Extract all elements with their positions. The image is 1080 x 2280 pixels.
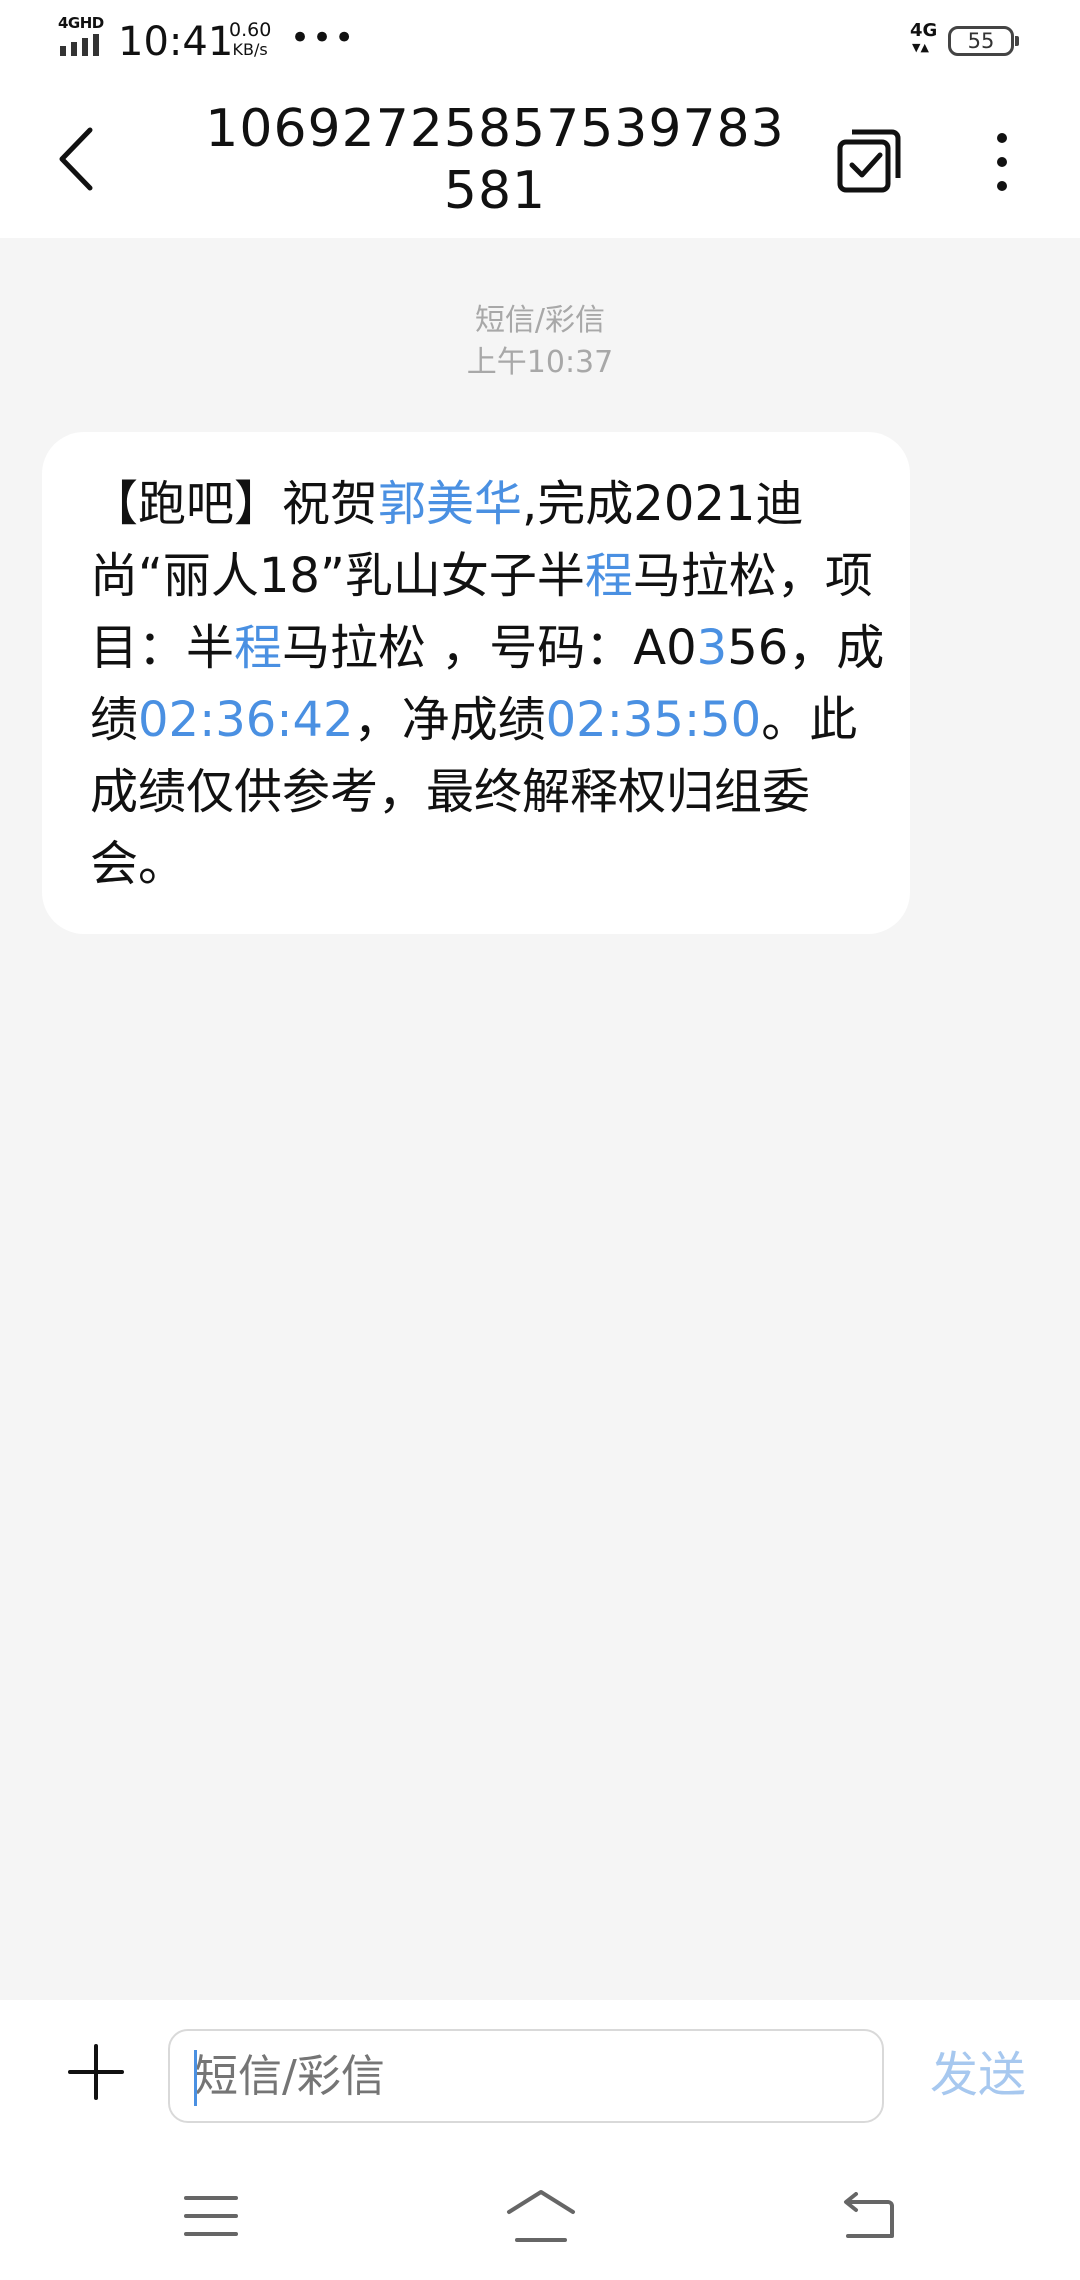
clock: 10:41 xyxy=(118,19,234,65)
network-speed-unit: KB/s xyxy=(232,40,268,59)
message-input[interactable] xyxy=(168,2029,884,2123)
message-text-segment: ，净成绩 xyxy=(353,692,546,748)
more-options-icon[interactable] xyxy=(982,130,1022,194)
message-text-segment: 马拉松 ，号码：A0 xyxy=(282,620,697,676)
message-link-segment[interactable]: 02:35:50 xyxy=(546,692,762,748)
data-activity-icon: ▼▲ xyxy=(912,41,929,54)
message-text: 【跑吧】祝贺郭美华,完成2021迪尚“丽人18”乳山女子半程马拉松，项目：半程马… xyxy=(90,468,890,900)
message-link-segment[interactable]: 程 xyxy=(234,620,282,676)
back-icon[interactable] xyxy=(840,2192,896,2240)
message-link-segment[interactable]: 郭美华 xyxy=(378,476,522,532)
back-button[interactable] xyxy=(50,122,110,196)
add-attachment-button[interactable] xyxy=(68,2044,124,2100)
message-type-label: 短信/彩信 xyxy=(474,303,606,338)
message-link-segment[interactable]: 3 xyxy=(697,620,728,676)
more-notifications-icon: ••• xyxy=(290,18,357,58)
network-speed-value: 0.60 xyxy=(229,19,272,41)
message-time: 上午10:37 xyxy=(466,345,614,380)
send-button[interactable]: 发送 xyxy=(930,2044,1026,2106)
text-caret xyxy=(194,2050,197,2106)
menu-icon[interactable] xyxy=(184,2194,238,2238)
composer-bar: 发送 xyxy=(0,2000,1080,2160)
message-timestamp: 短信/彩信 上午10:37 xyxy=(0,300,1080,384)
message-link-segment[interactable]: 02:36:42 xyxy=(138,692,354,748)
conversation-title: 10692725857539783581 xyxy=(205,99,785,221)
system-navigation-bar xyxy=(0,2160,1080,2280)
conversation-header: 10692725857539783581 xyxy=(0,80,1080,238)
multi-select-icon[interactable] xyxy=(836,128,902,194)
network-speed: 0.60 KB/s xyxy=(229,20,271,60)
message-text-segment: 【跑吧】祝贺 xyxy=(90,476,379,532)
cellular-label: 4G xyxy=(910,20,938,41)
message-link-segment[interactable]: 程 xyxy=(585,548,633,604)
signal-icon xyxy=(60,34,99,56)
home-icon[interactable] xyxy=(505,2188,577,2244)
battery-indicator: 55 xyxy=(948,26,1019,56)
status-bar: 4GHD 10:41 0.60 KB/s ••• 4G ▼▲ 55 xyxy=(0,0,1080,80)
message-bubble[interactable]: 【跑吧】祝贺郭美华,完成2021迪尚“丽人18”乳山女子半程马拉松，项目：半程马… xyxy=(42,432,910,934)
